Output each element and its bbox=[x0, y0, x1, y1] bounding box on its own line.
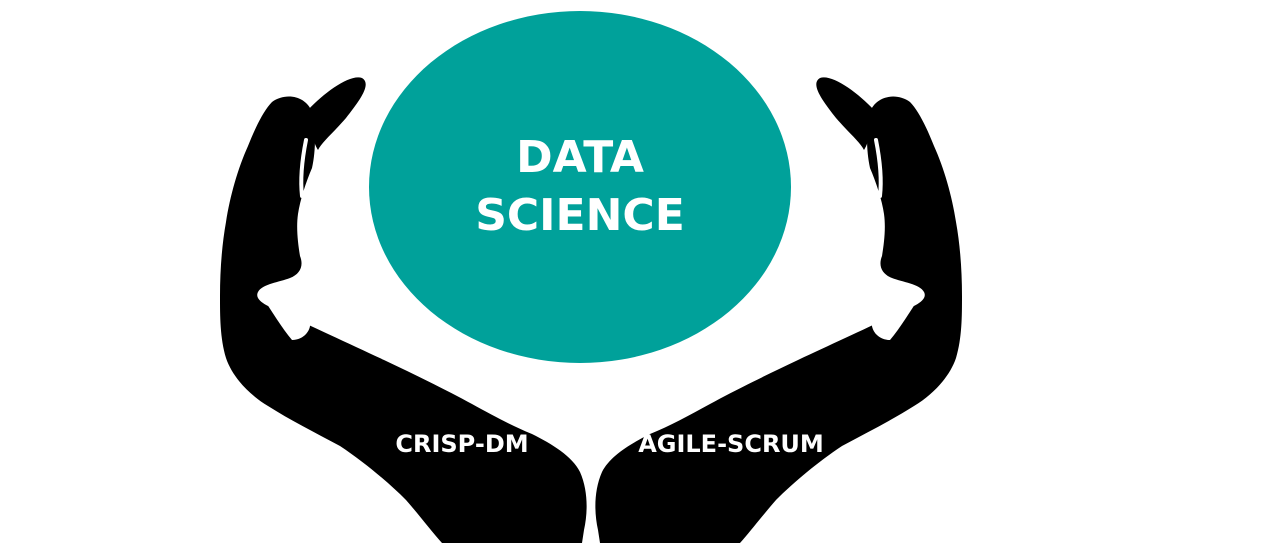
center-title-line2: SCIENCE bbox=[475, 190, 685, 241]
left-hand-upper-finger bbox=[308, 77, 366, 150]
data-science-hands-diagram: DATA SCIENCE CRISP-DM AGILE-SCRUM bbox=[220, 11, 962, 543]
right-hand-label: AGILE-SCRUM bbox=[638, 430, 824, 458]
right-hand-upper-finger bbox=[816, 77, 874, 150]
left-hand-label: CRISP-DM bbox=[395, 430, 528, 458]
diagram-canvas: DATA SCIENCE CRISP-DM AGILE-SCRUM bbox=[0, 0, 1280, 543]
data-science-circle bbox=[369, 11, 791, 363]
center-title-line1: DATA bbox=[516, 132, 644, 183]
